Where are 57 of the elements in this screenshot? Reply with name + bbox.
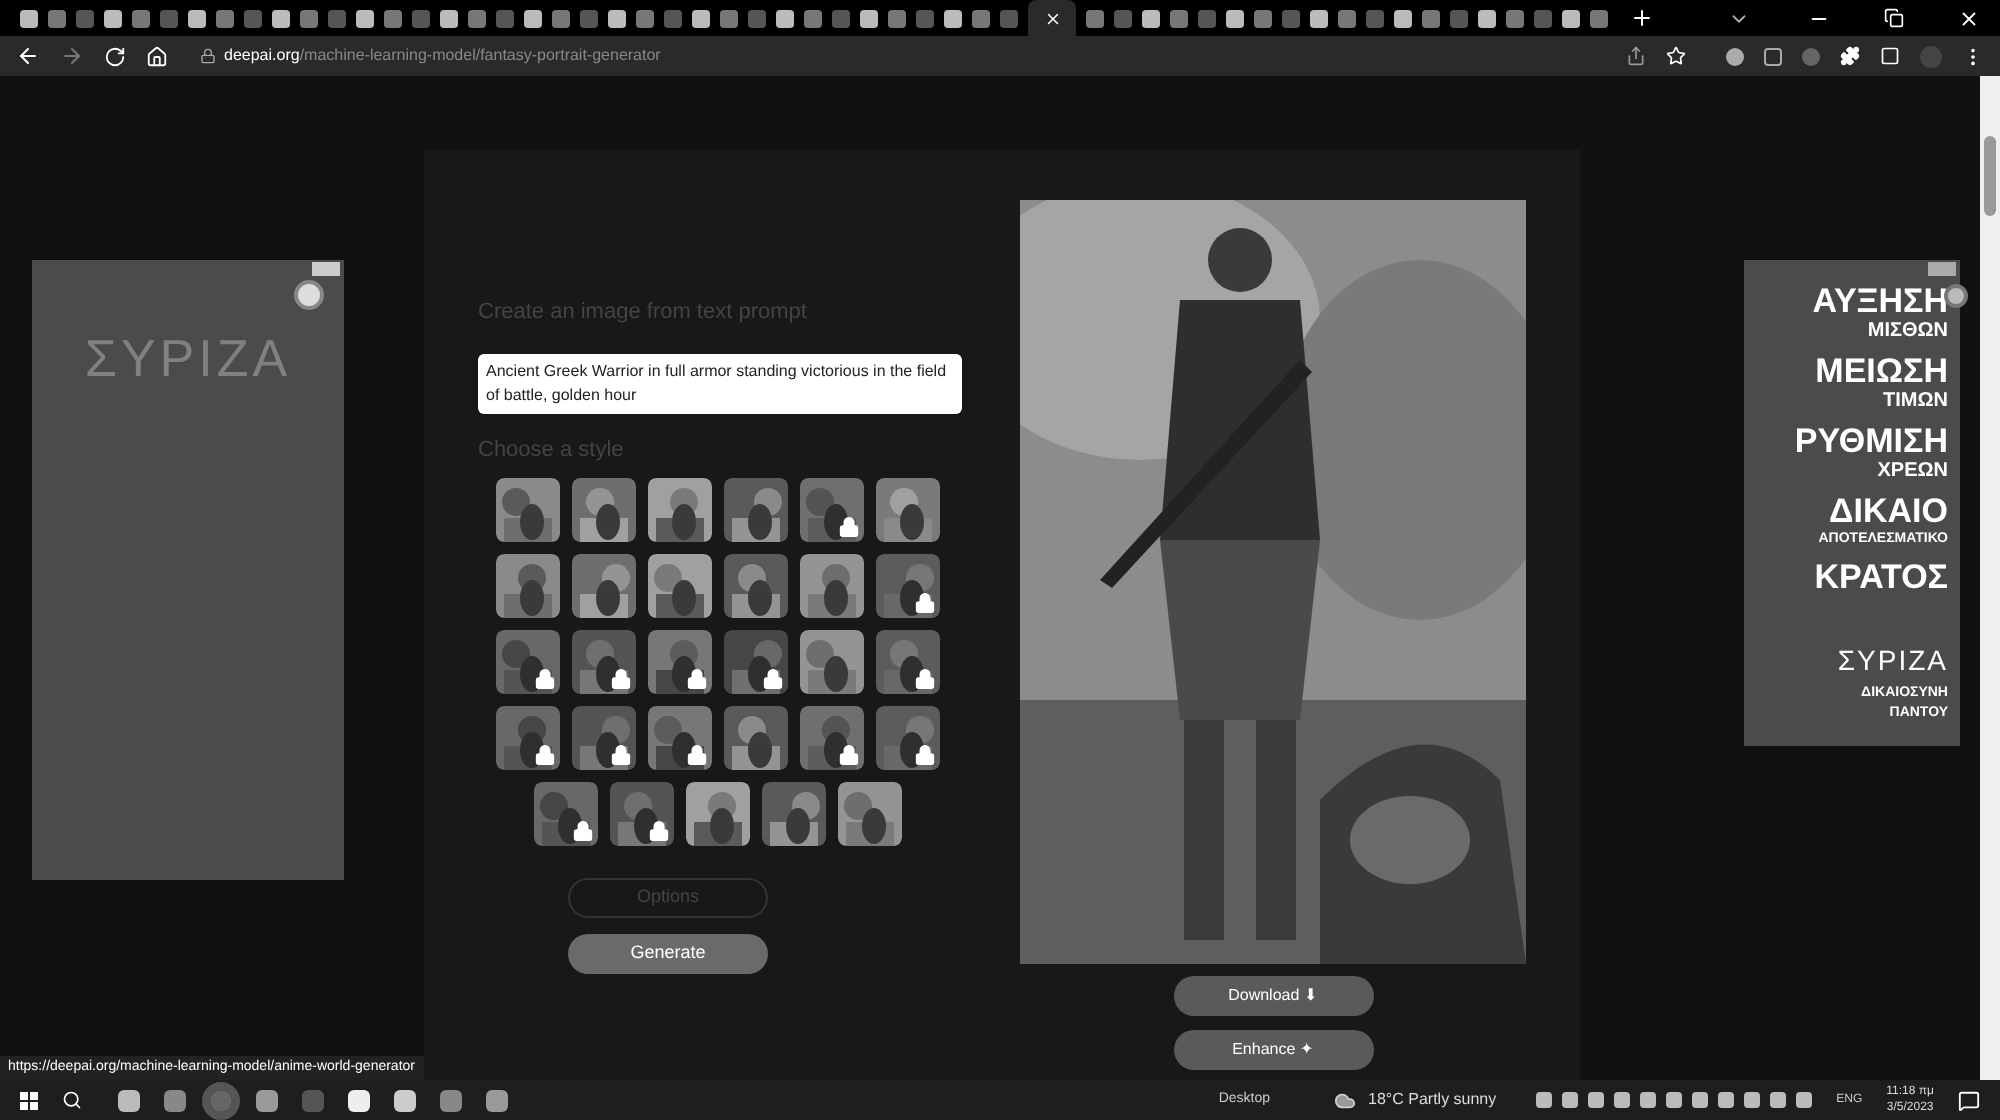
back-icon[interactable] [16, 44, 40, 68]
browser-tab[interactable] [1028, 0, 1076, 36]
weather-text[interactable]: 18°C Partly sunny [1368, 1088, 1497, 1112]
app-icon[interactable] [256, 1089, 278, 1111]
lock-icon [610, 744, 632, 766]
close-icon[interactable] [1958, 7, 1980, 29]
lock-icon [686, 744, 708, 766]
close-icon[interactable] [294, 280, 324, 310]
app-icon[interactable] [394, 1089, 416, 1111]
forward-icon[interactable] [60, 44, 84, 68]
home-icon[interactable] [146, 45, 168, 67]
reload-icon[interactable] [104, 45, 126, 67]
extension-icon[interactable] [1726, 47, 1744, 65]
ad-headline: ΔΙΚΑΙΟ [1827, 494, 1948, 530]
lock-icon [686, 668, 708, 690]
lock-icon [838, 516, 860, 538]
restore-icon[interactable] [1884, 8, 1904, 28]
address-field[interactable]: deepai.org/machine-learning-model/fantasy-portrait-generator [188, 40, 1606, 72]
ad-logo: ΣΥΡΙΖΑ [1835, 642, 1948, 680]
notification-icon[interactable] [1958, 1089, 1980, 1111]
ad-headline: ΡΥΘΜΙΣΗ [1792, 424, 1948, 460]
weather-icon[interactable] [1334, 1089, 1357, 1111]
ad-headline: ΤΙΜΩΝ [1881, 390, 1948, 412]
generate-button[interactable]: Generate [568, 934, 768, 974]
lock-icon [534, 668, 556, 690]
start-icon[interactable] [20, 1091, 38, 1109]
lock-icon [610, 668, 632, 690]
enhance-button[interactable]: Enhance ✦ [1173, 1030, 1373, 1070]
url-text: deepai.org/machine-learning-model/fantasy-portrait-generator [224, 44, 661, 68]
ad-headline: ΑΥΞΗΣΗ [1810, 284, 1948, 320]
prompt-field[interactable]: Ancient Greek Warrior in full armor standing victorious in the field of battle, golden hour [478, 353, 962, 413]
new-tab-icon[interactable] [1630, 6, 1654, 30]
lock-icon [914, 744, 936, 766]
search-icon[interactable] [62, 1090, 82, 1110]
app-icon[interactable] [118, 1089, 140, 1111]
bookmark-star-icon[interactable] [1666, 46, 1686, 66]
lock-icon [914, 592, 936, 614]
puzzle-icon[interactable] [1840, 46, 1860, 66]
ad-headline: ΚΡΑΤΟΣ [1812, 560, 1948, 596]
ad-headline: ΧΡΕΩΝ [1875, 460, 1948, 482]
ad-headline: ΜΕΙΩΣΗ [1813, 354, 1948, 390]
sidebar-icon[interactable] [1880, 46, 1900, 66]
lock-icon [200, 48, 216, 64]
share-icon[interactable] [1626, 46, 1646, 66]
ad-headline: ΜΙΣΘΩΝ [1865, 320, 1948, 342]
scrollbar[interactable] [1980, 76, 2000, 1080]
app-icon[interactable] [486, 1089, 508, 1111]
lock-icon [534, 744, 556, 766]
extension-icon[interactable] [1764, 47, 1782, 65]
lock-icon [572, 820, 594, 842]
download-button[interactable]: Download ⬇ [1173, 976, 1373, 1016]
close-icon[interactable] [1944, 284, 1968, 308]
lock-icon [838, 744, 860, 766]
app-icon[interactable] [348, 1089, 370, 1111]
lock-icon [914, 668, 936, 690]
lock-icon [762, 668, 784, 690]
lock-icon [648, 820, 670, 842]
